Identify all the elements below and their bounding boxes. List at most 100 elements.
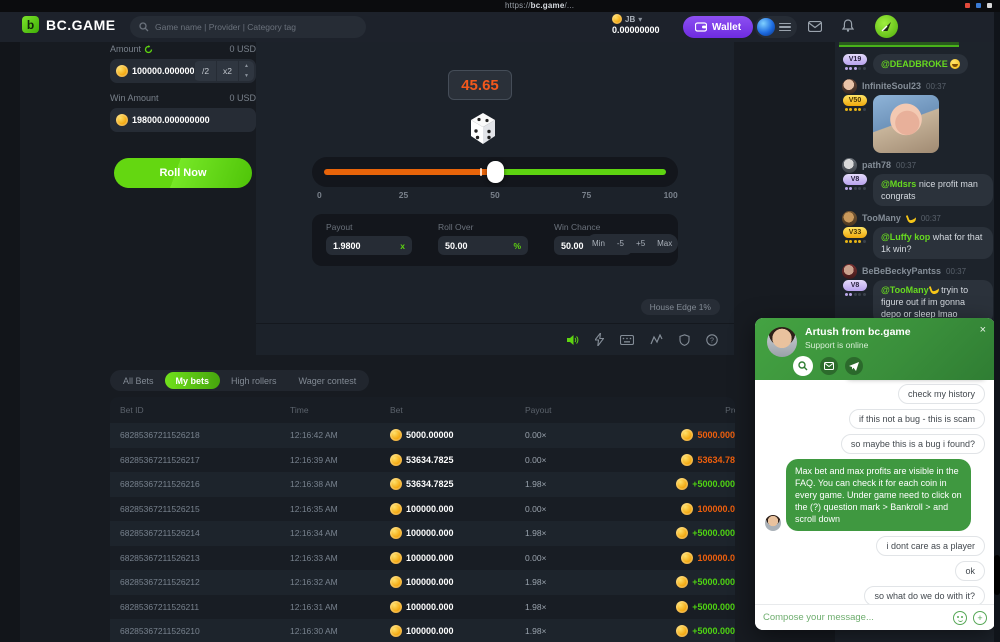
support-search-icon[interactable] bbox=[793, 356, 813, 376]
avatar[interactable] bbox=[842, 264, 857, 279]
tab-wager-contest[interactable]: Wager contest bbox=[288, 372, 368, 389]
emoji-picker-icon[interactable] bbox=[953, 611, 967, 625]
username[interactable]: BeBeBeckyPantss bbox=[862, 266, 941, 276]
slider-track[interactable] bbox=[324, 169, 666, 175]
win-chance-quick-buttons: Min -5 +5 Max bbox=[586, 234, 678, 253]
roll-now-button[interactable]: Roll Now bbox=[114, 158, 252, 188]
win-amount-input[interactable] bbox=[132, 115, 250, 125]
table-row[interactable]: 6828536721152621412:16:34 AM 100000.000 … bbox=[110, 521, 735, 546]
extension-icon bbox=[976, 3, 981, 8]
game-search[interactable] bbox=[130, 16, 366, 38]
coin-icon bbox=[116, 65, 128, 77]
support-user-message: so maybe this is a bug i found? bbox=[841, 434, 985, 454]
table-row[interactable]: 6828536721152621312:16:33 AM 100000.000 … bbox=[110, 546, 735, 571]
laughing-emoji-icon bbox=[950, 59, 960, 69]
refresh-icon[interactable] bbox=[144, 45, 153, 54]
half-bet-button[interactable]: /2 bbox=[194, 61, 216, 81]
coin-icon bbox=[681, 429, 693, 441]
support-telegram-icon[interactable] bbox=[845, 357, 863, 375]
hotkeys-icon[interactable] bbox=[620, 335, 634, 345]
level-badge: V33 bbox=[842, 227, 868, 243]
support-header: Artush from bc.game Support is online × bbox=[755, 318, 995, 380]
roll-over-input[interactable] bbox=[445, 241, 509, 251]
table-row[interactable]: 6828536721152621512:16:35 AM 100000.000 … bbox=[110, 497, 735, 522]
bc-logo-icon: b bbox=[22, 16, 39, 33]
max-button[interactable]: Max bbox=[651, 234, 678, 253]
coin-icon bbox=[390, 429, 402, 441]
min-button[interactable]: Min bbox=[586, 234, 611, 253]
live-stats-icon[interactable] bbox=[650, 334, 663, 345]
support-composer: + bbox=[755, 604, 995, 630]
avatar[interactable] bbox=[842, 211, 857, 226]
sound-icon[interactable] bbox=[566, 334, 579, 346]
bonus-spin-icon[interactable] bbox=[875, 15, 898, 38]
support-user-message: if this not a bug - this is scam bbox=[849, 409, 985, 429]
slider-tick-labels: 0 25 50 75 100 bbox=[312, 190, 678, 202]
message-bubble: @DEADBROKE bbox=[873, 54, 968, 74]
username[interactable]: TooMany bbox=[862, 213, 901, 223]
win-chance-label: Win Chance bbox=[554, 222, 632, 232]
wallet-label: Wallet bbox=[712, 22, 741, 33]
verify-shield-icon[interactable] bbox=[679, 334, 690, 346]
attachment-plus-icon[interactable]: + bbox=[973, 611, 987, 625]
help-icon[interactable]: ? bbox=[706, 334, 718, 346]
support-user-message: check my history bbox=[898, 384, 985, 404]
user-mention[interactable]: @DEADBROKE bbox=[881, 59, 948, 69]
slider-knob[interactable] bbox=[487, 161, 504, 183]
win-amount-label: Win Amount bbox=[110, 93, 159, 103]
brand-logo[interactable]: b BC.GAME bbox=[22, 16, 116, 33]
username[interactable]: path78 bbox=[862, 160, 891, 170]
user-mention[interactable]: @TooMany bbox=[881, 285, 939, 295]
messages-icon[interactable] bbox=[808, 19, 822, 37]
address-bar[interactable]: https://bc.game/... bbox=[505, 1, 574, 10]
double-bet-button[interactable]: x2 bbox=[216, 61, 238, 81]
user-mention[interactable]: @Mdsrs bbox=[881, 179, 916, 189]
profile-menu[interactable] bbox=[755, 16, 797, 38]
balance-value: 0.00000000 bbox=[612, 25, 660, 35]
browser-chrome: https://bc.game/... bbox=[0, 0, 1000, 12]
dice-icon bbox=[462, 108, 504, 155]
support-close-icon[interactable]: × bbox=[980, 324, 986, 336]
plus-5-button[interactable]: +5 bbox=[630, 234, 651, 253]
step-up-icon[interactable]: ▲ bbox=[239, 61, 254, 71]
coin-icon bbox=[681, 552, 693, 564]
tab-high-rollers[interactable]: High rollers bbox=[220, 372, 288, 389]
tab-my-bets[interactable]: My bets bbox=[165, 372, 221, 389]
minus-5-button[interactable]: -5 bbox=[611, 234, 630, 253]
avatar[interactable] bbox=[757, 18, 775, 36]
currency-selector[interactable]: JB ▾ 0.00000000 bbox=[612, 14, 660, 35]
timestamp: 00:37 bbox=[921, 214, 941, 223]
page-scrollbar-thumb[interactable] bbox=[994, 555, 1000, 595]
table-row[interactable]: 6828536721152621712:16:39 AM 53634.7825 … bbox=[110, 448, 735, 473]
game-toolbar: ? bbox=[256, 323, 734, 355]
coin-icon bbox=[390, 625, 402, 637]
agent-avatar-small bbox=[765, 515, 781, 531]
chat-message: V19 @DEADBROKE bbox=[842, 54, 993, 74]
search-input[interactable] bbox=[155, 22, 357, 32]
quick-bet-icon[interactable] bbox=[595, 333, 604, 346]
username[interactable]: InfiniteSoul23 bbox=[862, 81, 921, 91]
level-badge: V19 bbox=[842, 54, 868, 70]
level-pips bbox=[845, 67, 866, 70]
support-email-icon[interactable] bbox=[820, 357, 838, 375]
dice-game-panel: 45.65 0 25 50 75 100 bbox=[256, 42, 734, 323]
table-row[interactable]: 6828536721152621612:16:38 AM 53634.7825 … bbox=[110, 472, 735, 497]
search-icon bbox=[139, 22, 149, 32]
payout-input[interactable] bbox=[333, 241, 396, 251]
table-row[interactable]: 6828536721152621012:16:30 AM 100000.000 … bbox=[110, 619, 735, 642]
tab-all-bets[interactable]: All Bets bbox=[112, 372, 165, 389]
avatar[interactable] bbox=[842, 79, 857, 94]
table-row[interactable]: 6828536721152621812:16:42 AM 5000.00000 … bbox=[110, 423, 735, 448]
support-message-input[interactable] bbox=[763, 612, 947, 623]
bets-table: Bet ID Time Bet Payout Profit 6828536721… bbox=[110, 397, 735, 642]
notifications-bell-icon[interactable] bbox=[842, 19, 854, 37]
support-user-message: ok bbox=[955, 561, 985, 581]
table-row[interactable]: 6828536721152621212:16:32 AM 100000.000 … bbox=[110, 570, 735, 595]
step-down-icon[interactable]: ▼ bbox=[239, 71, 254, 81]
table-row[interactable]: 6828536721152621112:16:31 AM 100000.000 … bbox=[110, 595, 735, 620]
user-mention[interactable]: @Luffy kop bbox=[881, 232, 930, 242]
chat-image-crying-baby[interactable] bbox=[873, 95, 939, 153]
amount-stepper[interactable]: ▲▼ bbox=[238, 61, 254, 81]
avatar[interactable] bbox=[842, 158, 857, 173]
wallet-button[interactable]: Wallet bbox=[683, 16, 753, 38]
